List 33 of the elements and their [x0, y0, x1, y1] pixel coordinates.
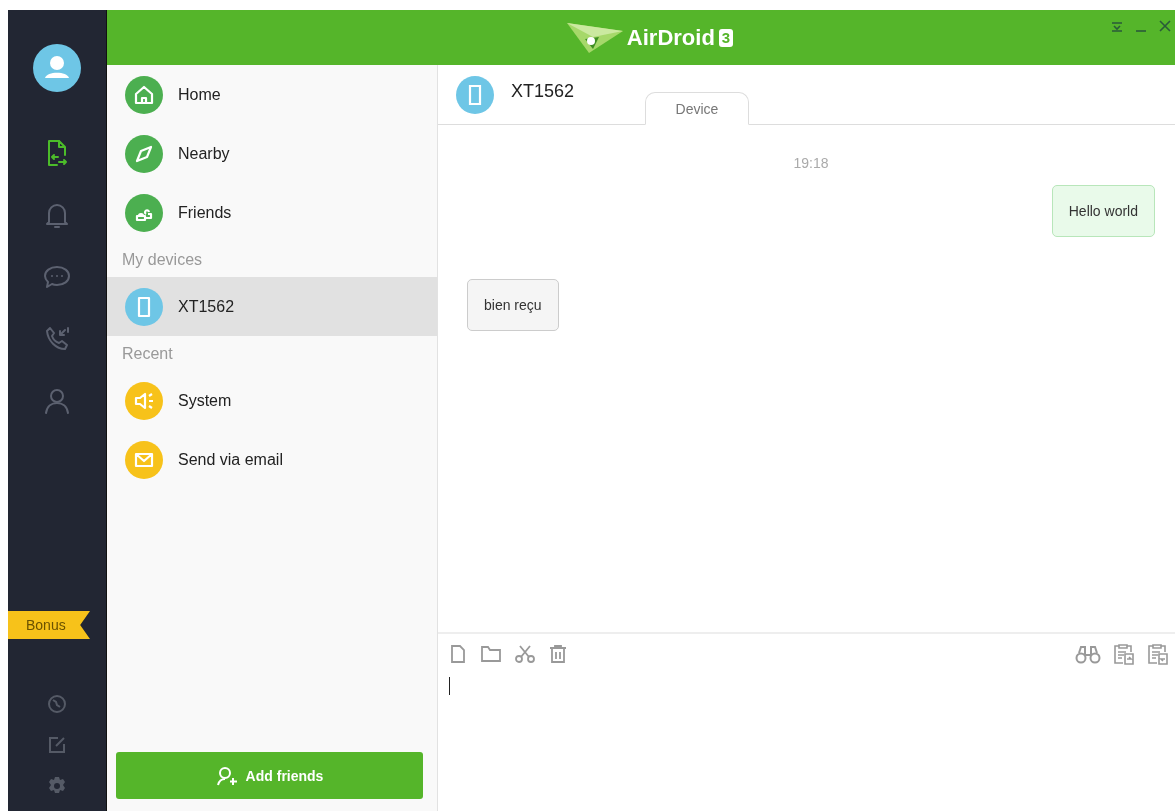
sidebar-item[interactable]: Home	[107, 65, 437, 124]
text-cursor	[449, 677, 450, 695]
tablet-icon	[456, 75, 494, 114]
folder-icon[interactable]	[480, 644, 502, 664]
edit-icon[interactable]	[47, 735, 67, 755]
sent-message-bubble: Hello world	[1051, 185, 1155, 237]
scissors-icon[interactable]	[514, 644, 536, 664]
received-message-bubble: bien reçu	[467, 279, 559, 331]
close-icon[interactable]	[1159, 20, 1171, 32]
sidebar-item[interactable]: Friends	[107, 183, 437, 242]
bonus-ribbon[interactable]: Bonus	[8, 611, 90, 639]
section-title: Recent	[121, 344, 174, 364]
sidebar-item[interactable]: Nearby	[107, 124, 437, 183]
version-badge: 3	[718, 28, 734, 47]
sidebar-item[interactable]: Send via email	[107, 430, 437, 489]
paper-plane-logo-icon	[566, 20, 623, 55]
device-tab[interactable]: Device	[645, 92, 749, 125]
timestamp: 19:18	[792, 155, 830, 171]
clipboard-icon[interactable]	[1113, 643, 1135, 665]
app-name: AirDroid	[626, 24, 715, 51]
device-name: XT1562	[511, 81, 575, 102]
globe-icon[interactable]	[47, 694, 67, 714]
binoculars-icon[interactable]	[1075, 644, 1101, 664]
sidebar-item[interactable]: System	[107, 371, 437, 430]
add-person-icon	[215, 765, 240, 786]
download-icon[interactable]	[1111, 22, 1123, 32]
file-icon[interactable]	[448, 644, 468, 664]
trash-icon[interactable]	[548, 644, 568, 664]
avatar-icon[interactable]	[33, 44, 81, 92]
settings-icon[interactable]	[47, 776, 67, 796]
sidebar-item[interactable]: XT1562	[107, 277, 437, 336]
clipboard-icon[interactable]	[1147, 643, 1169, 665]
section-title: My devices	[121, 250, 204, 270]
